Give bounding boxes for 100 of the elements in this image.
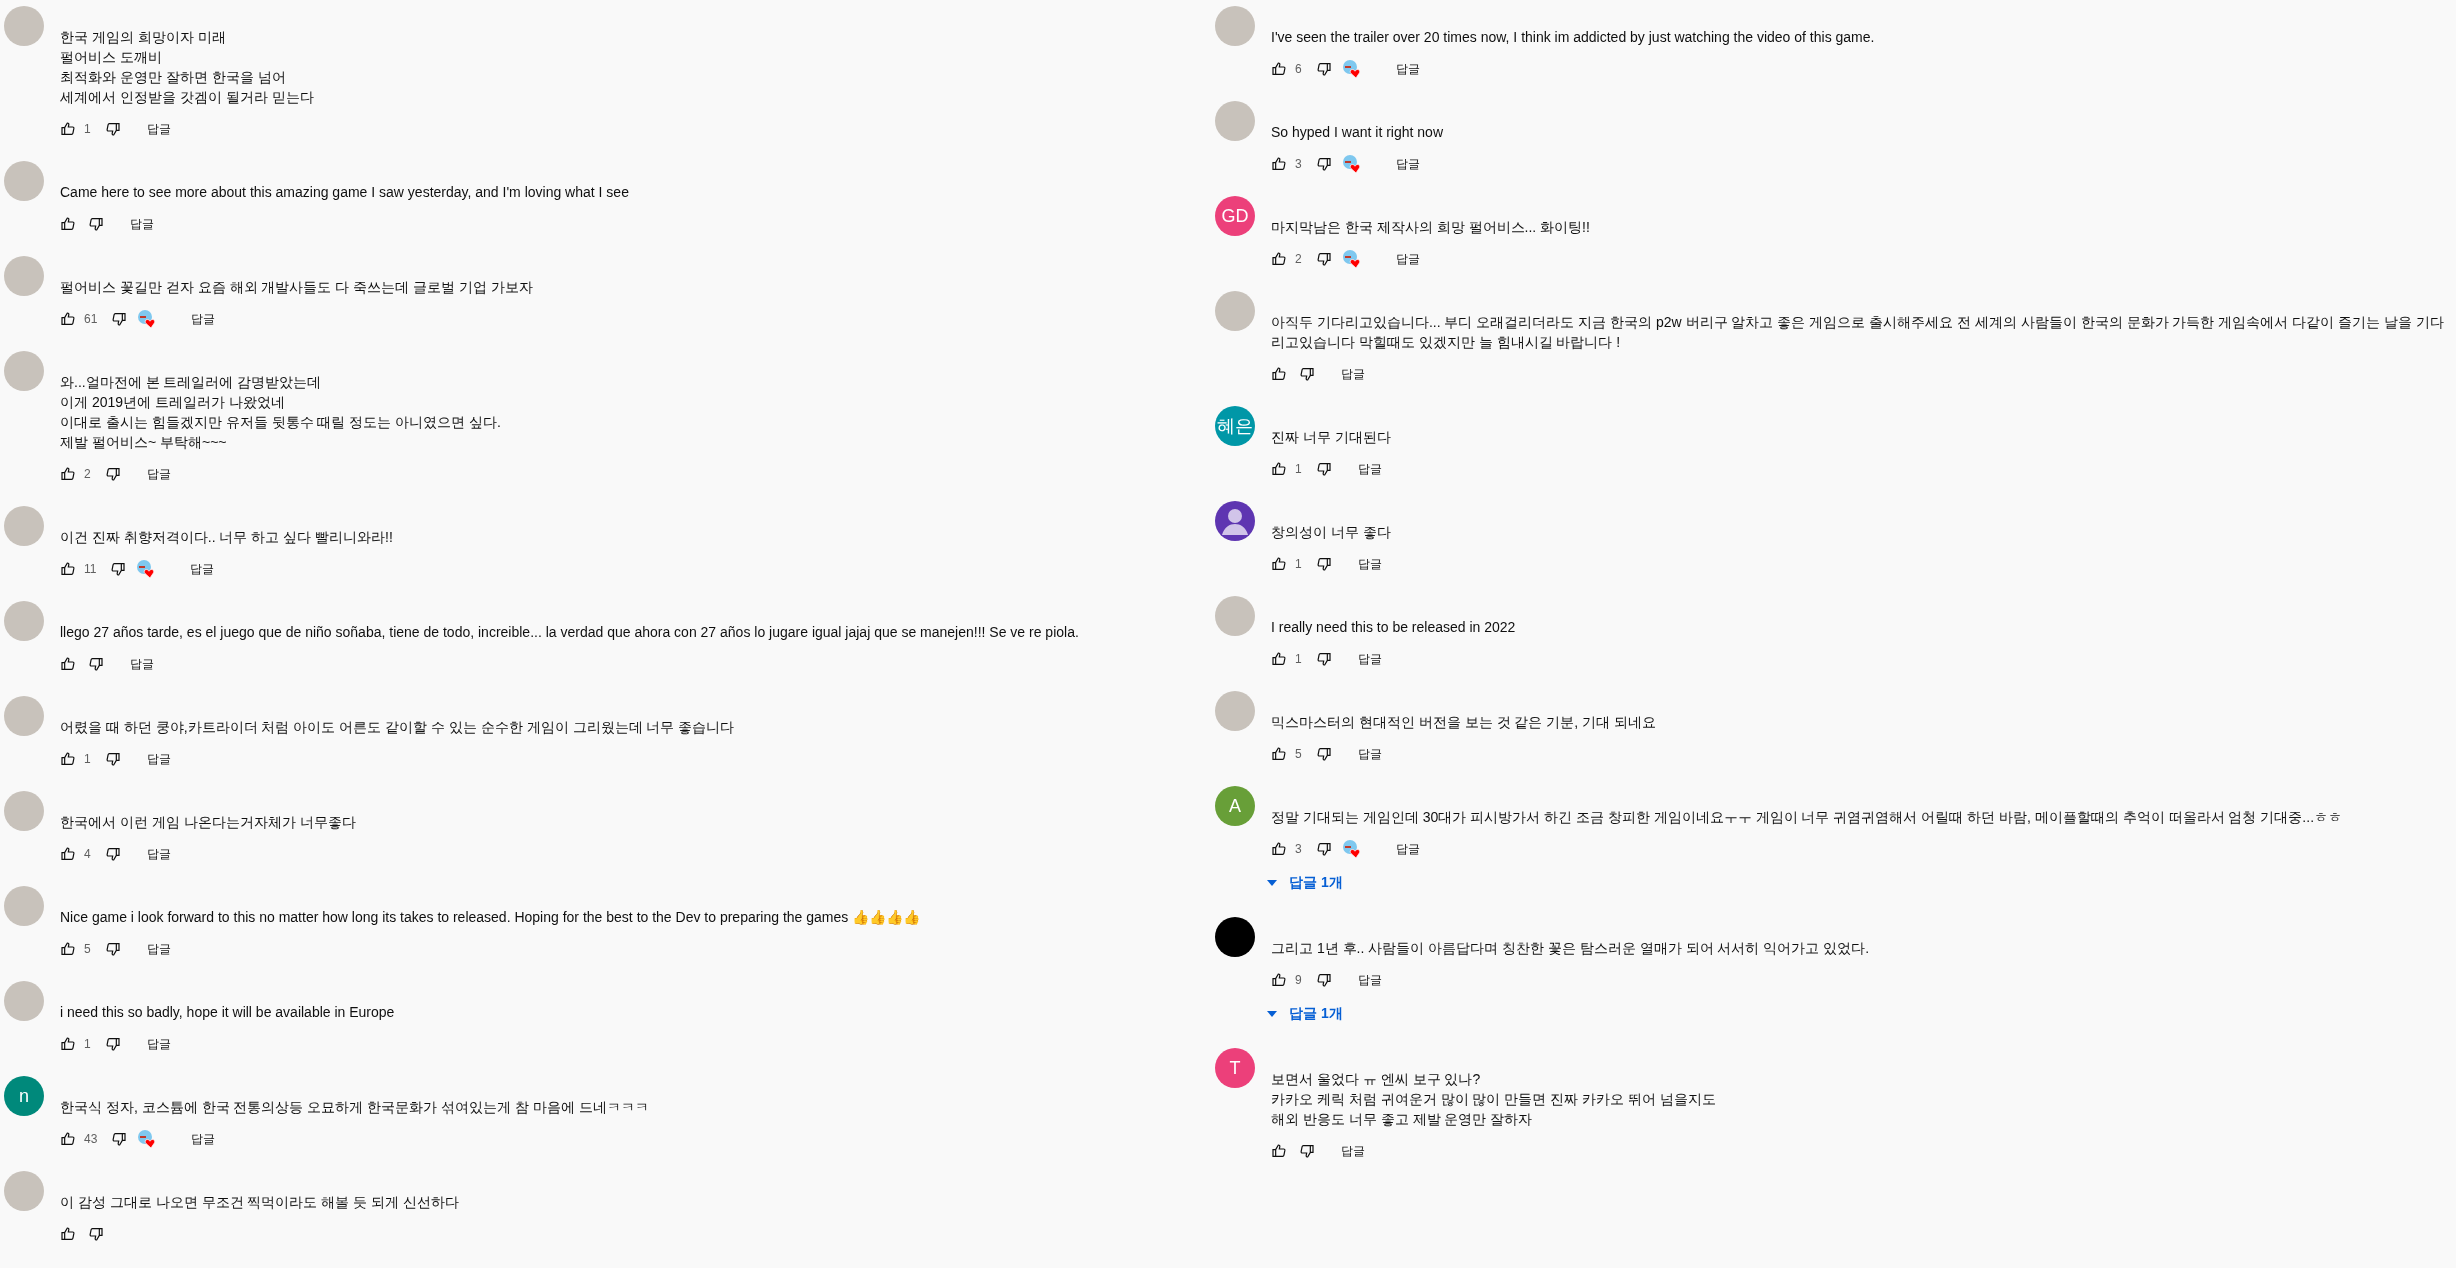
thumbs-up-icon[interactable] xyxy=(1271,366,1287,382)
reply-button[interactable]: 답글 xyxy=(1383,149,1432,179)
thumbs-down-icon[interactable] xyxy=(104,846,121,862)
thumbs-up-icon[interactable] xyxy=(1271,1143,1287,1159)
like-count: 1 xyxy=(84,122,91,136)
thumbs-up-icon[interactable] xyxy=(60,1226,76,1242)
reply-button[interactable]: 답글 xyxy=(134,1029,183,1059)
replies-toggle[interactable]: 답글 1개 xyxy=(1267,865,1343,901)
like-count: 6 xyxy=(1295,62,1302,76)
thumbs-down-icon[interactable] xyxy=(88,656,104,672)
reply-button[interactable]: 답글 xyxy=(1383,834,1432,864)
comment-text: 창의성이 너무 좋다 xyxy=(1271,523,1392,542)
like-count: 5 xyxy=(84,942,91,956)
thumbs-down-icon[interactable] xyxy=(111,1131,128,1147)
thumbs-up-icon[interactable] xyxy=(1271,61,1287,77)
thumbs-up-icon[interactable] xyxy=(60,1036,76,1052)
reply-button[interactable]: 답글 xyxy=(134,934,183,964)
thumbs-up-icon[interactable] xyxy=(1271,461,1287,477)
thumbs-up-icon[interactable] xyxy=(60,121,76,137)
thumbs-up-icon[interactable] xyxy=(60,656,76,672)
replies-toggle[interactable]: 답글 1개 xyxy=(1267,996,1343,1032)
reply-button[interactable]: 답글 xyxy=(134,459,183,489)
reply-button[interactable]: 답글 xyxy=(179,1124,228,1154)
thumbs-down-icon[interactable] xyxy=(1315,556,1332,572)
like-count: 43 xyxy=(84,1132,98,1146)
thumbs-up-icon[interactable] xyxy=(60,311,76,327)
reply-button[interactable]: 답글 xyxy=(118,649,166,679)
thumbs-down-icon[interactable] xyxy=(1299,366,1315,382)
reply-button[interactable]: 답글 xyxy=(134,114,183,144)
thumbs-up-icon[interactable] xyxy=(1271,556,1287,572)
thumbs-down-icon[interactable] xyxy=(110,561,127,577)
letter-avatar[interactable]: 혜은 xyxy=(1215,406,1255,446)
reply-button[interactable]: 답글 xyxy=(1329,359,1377,389)
thumbs-down-icon[interactable] xyxy=(104,121,121,137)
comment-text: 제발 펄어비스~ 부탁해~~~ xyxy=(60,433,228,452)
thumbs-down-icon[interactable] xyxy=(104,1036,121,1052)
thumbs-up-icon[interactable] xyxy=(60,216,76,232)
reply-button[interactable]: 답글 xyxy=(1383,244,1432,274)
like-count: 3 xyxy=(1295,842,1302,856)
thumbs-up-icon[interactable] xyxy=(60,941,76,957)
thumbs-down-icon[interactable] xyxy=(1315,61,1332,77)
comment-text: 펄어비스 꽃길만 걷자 요즘 해외 개발사들도 다 죽쓰는데 글로벌 기업 가보자 xyxy=(60,278,534,297)
reply-button[interactable]: 답글 xyxy=(1345,549,1394,579)
reply-button[interactable]: 답글 xyxy=(1383,54,1432,84)
thumbs-down-icon[interactable] xyxy=(1315,972,1332,988)
comment-text: 보면서 울었다 ㅠ 엔씨 보구 있나? xyxy=(1271,1070,1482,1089)
comment-text: 최적화와 운영만 잘하면 한국을 넘어 xyxy=(60,68,287,87)
thumbs-down-icon[interactable] xyxy=(88,1226,104,1242)
thumbs-down-icon[interactable] xyxy=(104,941,121,957)
reply-button[interactable]: 답글 xyxy=(1345,454,1394,484)
reply-button[interactable]: 답글 xyxy=(179,304,228,334)
comment-text: 세계에서 인정받을 갓겜이 될거라 믿는다 xyxy=(60,88,315,107)
reply-button[interactable]: 답글 xyxy=(118,209,166,239)
like-count: 2 xyxy=(84,467,91,481)
thumbs-up-icon[interactable] xyxy=(60,1131,76,1147)
reply-button[interactable]: 답글 xyxy=(1345,644,1394,674)
like-count: 2 xyxy=(1295,252,1302,266)
thumbs-up-icon[interactable] xyxy=(1271,972,1287,988)
thumbs-up-icon[interactable] xyxy=(1271,251,1287,267)
reply-button[interactable]: 답글 xyxy=(1329,1136,1377,1166)
thumbs-down-icon[interactable] xyxy=(111,311,128,327)
thumbs-down-icon[interactable] xyxy=(104,751,121,767)
reply-button[interactable]: 답글 xyxy=(178,554,227,584)
comment-text: llego 27 años tarde, es el juego que de niño soñaba, tiene de todo, increible... la verdad que ahora con 27 años lo jugare igual jajaj que se manejen!!! Se ve re piola. xyxy=(60,623,1080,642)
thumbs-up-icon[interactable] xyxy=(1271,651,1287,667)
thumbs-up-icon[interactable] xyxy=(1271,746,1287,762)
comment-text: 이대로 출시는 힘들겠지만 유저들 뒷통수 때릴 정도는 아니였으면 싶다. xyxy=(60,413,502,432)
comment-text: 펄어비스 도깨비 xyxy=(60,48,163,67)
letter-avatar[interactable]: n xyxy=(4,1076,44,1116)
caret-icon xyxy=(1267,880,1277,886)
letter-avatar[interactable]: T xyxy=(1215,1048,1255,1088)
like-count: 1 xyxy=(84,752,91,766)
thumbs-up-icon[interactable] xyxy=(60,561,76,577)
thumbs-down-icon[interactable] xyxy=(1315,651,1332,667)
thumbs-down-icon[interactable] xyxy=(88,216,104,232)
thumbs-up-icon[interactable] xyxy=(1271,156,1287,172)
comment-text: 와...얼마전에 본 트레일러에 감명받았는데 xyxy=(60,373,323,392)
avatar[interactable] xyxy=(1215,917,1255,957)
thumbs-down-icon[interactable] xyxy=(1315,746,1332,762)
thumbs-down-icon[interactable] xyxy=(1315,461,1332,477)
thumbs-up-icon[interactable] xyxy=(1271,841,1287,857)
reply-button[interactable]: 답글 xyxy=(1345,739,1394,769)
thumbs-up-icon[interactable] xyxy=(60,751,76,767)
reply-button[interactable]: 답글 xyxy=(134,839,183,869)
thumbs-up-icon[interactable] xyxy=(60,846,76,862)
default-avatar-icon[interactable] xyxy=(1215,501,1255,541)
comment-text: 이게 2019년에 트레일러가 나왔었네 xyxy=(60,393,286,412)
thumbs-down-icon[interactable] xyxy=(1315,156,1332,172)
thumbs-down-icon[interactable] xyxy=(1315,841,1332,857)
like-count: 9 xyxy=(1295,973,1302,987)
comment-text: Came here to see more about this amazing game I saw yesterday, and I'm loving what I see xyxy=(60,183,630,202)
reply-button[interactable]: 답글 xyxy=(1345,965,1394,995)
thumbs-down-icon[interactable] xyxy=(1315,251,1332,267)
comment-text: 한국식 정자, 코스튬에 한국 전통의상등 오묘하게 한국문화가 섞여있는게 참 마음에 드네ㅋㅋㅋ xyxy=(60,1098,650,1117)
thumbs-up-icon[interactable] xyxy=(60,466,76,482)
letter-avatar[interactable]: GD xyxy=(1215,196,1255,236)
thumbs-down-icon[interactable] xyxy=(1299,1143,1315,1159)
reply-button[interactable]: 답글 xyxy=(134,744,183,774)
thumbs-down-icon[interactable] xyxy=(104,466,121,482)
like-count: 1 xyxy=(1295,652,1302,666)
